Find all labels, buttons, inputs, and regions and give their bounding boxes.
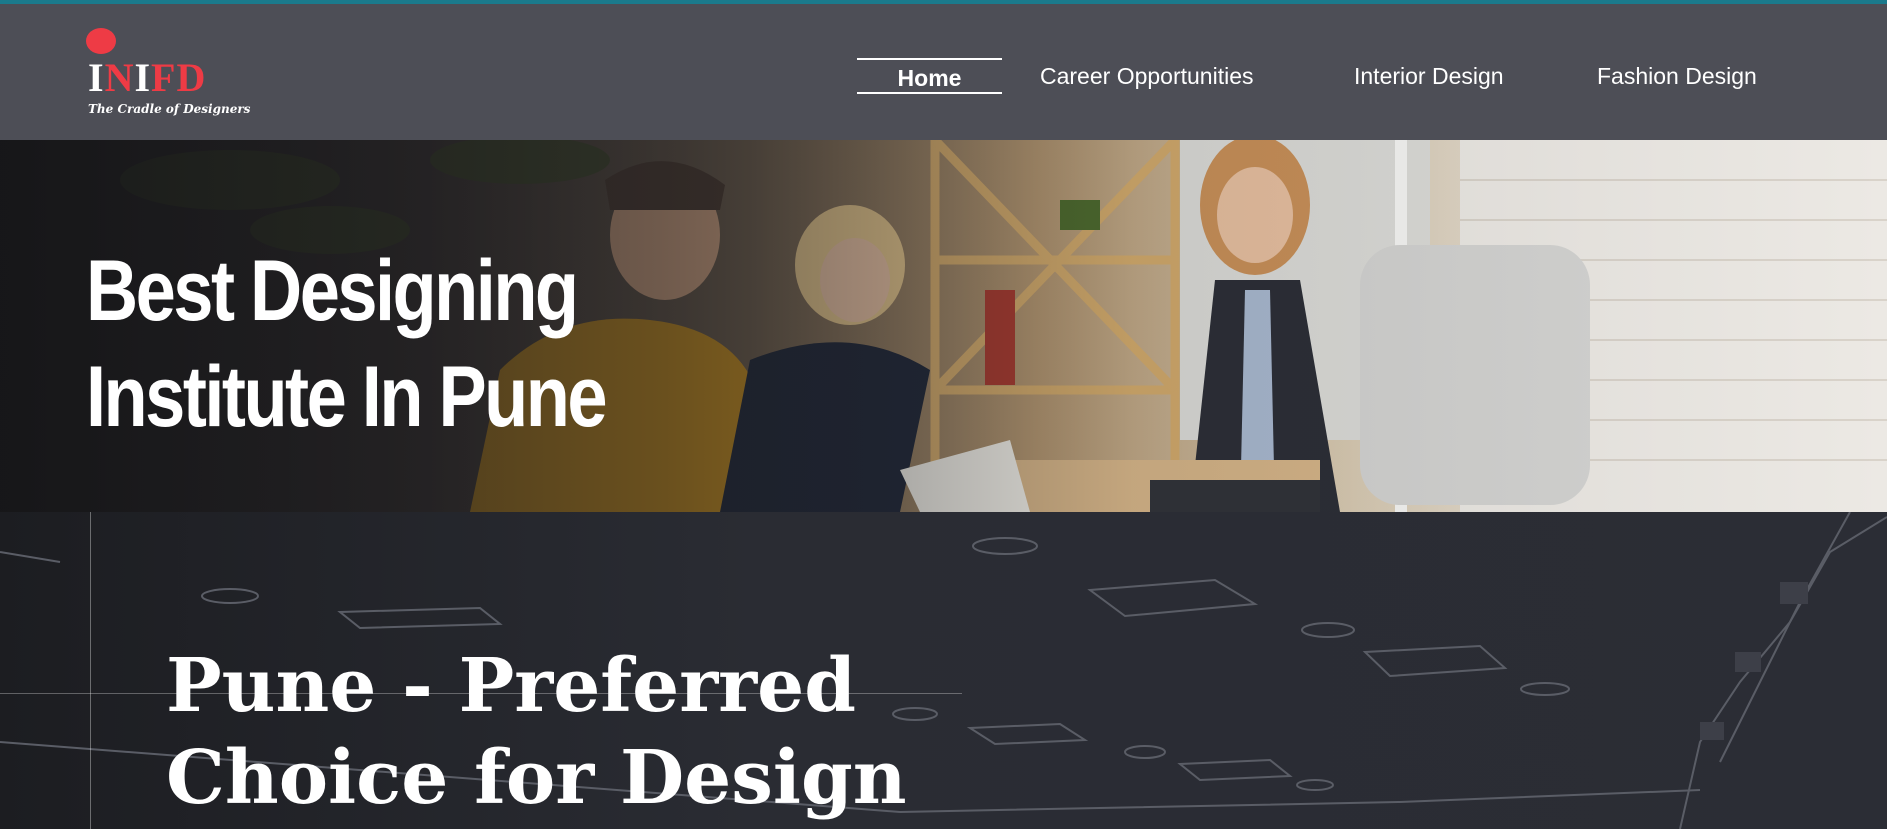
hero-title: Best Designing Institute In Pune — [86, 238, 608, 450]
section-title-line-1: Pune - Preferred — [166, 643, 856, 729]
intro-section: Pune - Preferred Choice for Design — [0, 512, 1887, 829]
hero-title-line-1: Best Designing — [86, 243, 579, 339]
nav-item-career-opportunities[interactable]: Career Opportunities — [1040, 58, 1254, 94]
logo-wordmark: INIFD — [88, 55, 207, 100]
nav-item-fashion-design[interactable]: Fashion Design — [1597, 58, 1757, 94]
section-title: Pune - Preferred Choice for Design — [166, 640, 907, 824]
nav-item-home[interactable]: Home — [857, 58, 1002, 94]
nav-item-interior-design[interactable]: Interior Design — [1354, 58, 1504, 94]
inifd-logo[interactable]: INIFD The Cradle of Designers — [86, 28, 250, 124]
section-title-line-2: Choice for Design — [166, 735, 907, 821]
logo-tagline: The Cradle of Designers — [88, 102, 251, 116]
decorative-vertical-line — [90, 512, 91, 829]
hero-banner: Best Designing Institute In Pune — [0, 140, 1887, 512]
site-header: INIFD The Cradle of Designers Home Caree… — [0, 4, 1887, 140]
logo-dot-icon — [86, 28, 116, 54]
hero-title-line-2: Institute In Pune — [86, 349, 608, 445]
